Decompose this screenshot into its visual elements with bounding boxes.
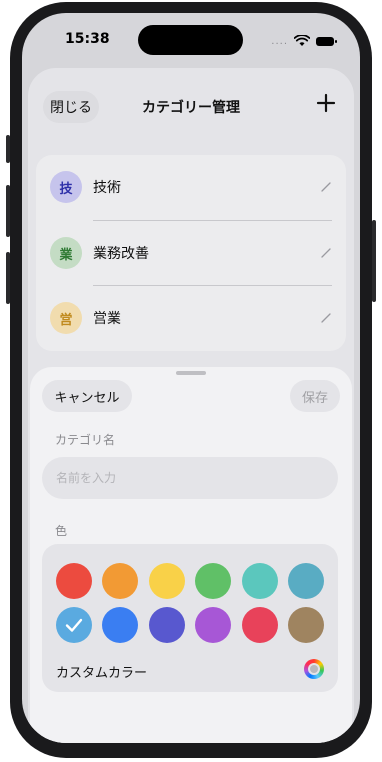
color-swatch[interactable] <box>102 607 139 643</box>
status-time: 15:38 <box>65 31 110 47</box>
category-badge: 技 <box>50 171 82 203</box>
color-swatch[interactable] <box>195 607 232 643</box>
cancel-button[interactable]: キャンセル <box>42 380 132 412</box>
dynamic-island <box>138 25 243 55</box>
signal-icon: .... <box>271 35 288 47</box>
plus-icon[interactable] <box>314 91 338 115</box>
category-badge: 営 <box>50 302 82 334</box>
pencil-icon[interactable] <box>320 181 332 193</box>
page-title: カテゴリー管理 <box>142 100 240 116</box>
category-name: 営業 <box>93 311 121 327</box>
color-wheel-icon[interactable] <box>304 659 324 679</box>
close-button[interactable]: 閉じる <box>43 91 99 123</box>
category-list: 技 技術 業 業務改善 営 営業 <box>36 155 346 351</box>
color-swatch[interactable] <box>288 563 324 599</box>
battery-icon <box>316 36 337 46</box>
volume-up-button <box>6 185 10 237</box>
screen: 15:38 .... 閉じる カテゴリー管理 技 技術 業 業務改善 営 営業 … <box>22 13 360 743</box>
pencil-icon[interactable] <box>320 312 332 324</box>
save-button[interactable]: 保存 <box>290 380 340 412</box>
color-swatch[interactable] <box>56 563 92 599</box>
color-swatch[interactable] <box>195 563 232 599</box>
color-swatch[interactable] <box>288 607 324 643</box>
custom-color-label: カスタムカラー <box>56 666 148 681</box>
volume-down-button <box>6 252 10 304</box>
wifi-icon <box>294 35 310 46</box>
color-section-label: 色 <box>55 524 68 538</box>
color-swatch[interactable] <box>241 563 278 599</box>
color-swatch[interactable] <box>148 563 185 599</box>
new-category-sheet: キャンセル 保存 カテゴリ名 色 カスタムカラー <box>30 367 352 743</box>
category-name-input[interactable] <box>42 457 338 499</box>
color-picker-card: カスタムカラー <box>42 544 338 692</box>
color-swatch[interactable] <box>241 607 278 643</box>
name-section-label: カテゴリ名 <box>55 433 116 447</box>
color-swatch[interactable] <box>102 563 139 599</box>
pencil-icon[interactable] <box>320 247 332 259</box>
silent-switch <box>6 135 10 163</box>
category-row[interactable]: 業 業務改善 <box>36 221 346 286</box>
sheet-grabber[interactable] <box>176 371 206 375</box>
category-row[interactable]: 技 技術 <box>36 155 346 220</box>
checkmark-icon <box>65 618 83 632</box>
category-name: 技術 <box>93 180 121 196</box>
category-name: 業務改善 <box>93 246 149 262</box>
color-swatch[interactable] <box>56 607 92 643</box>
category-row[interactable]: 営 営業 <box>36 286 346 351</box>
color-swatch[interactable] <box>148 607 185 643</box>
power-button <box>372 220 376 302</box>
status-icons: .... <box>271 35 337 47</box>
category-badge: 業 <box>50 237 82 269</box>
